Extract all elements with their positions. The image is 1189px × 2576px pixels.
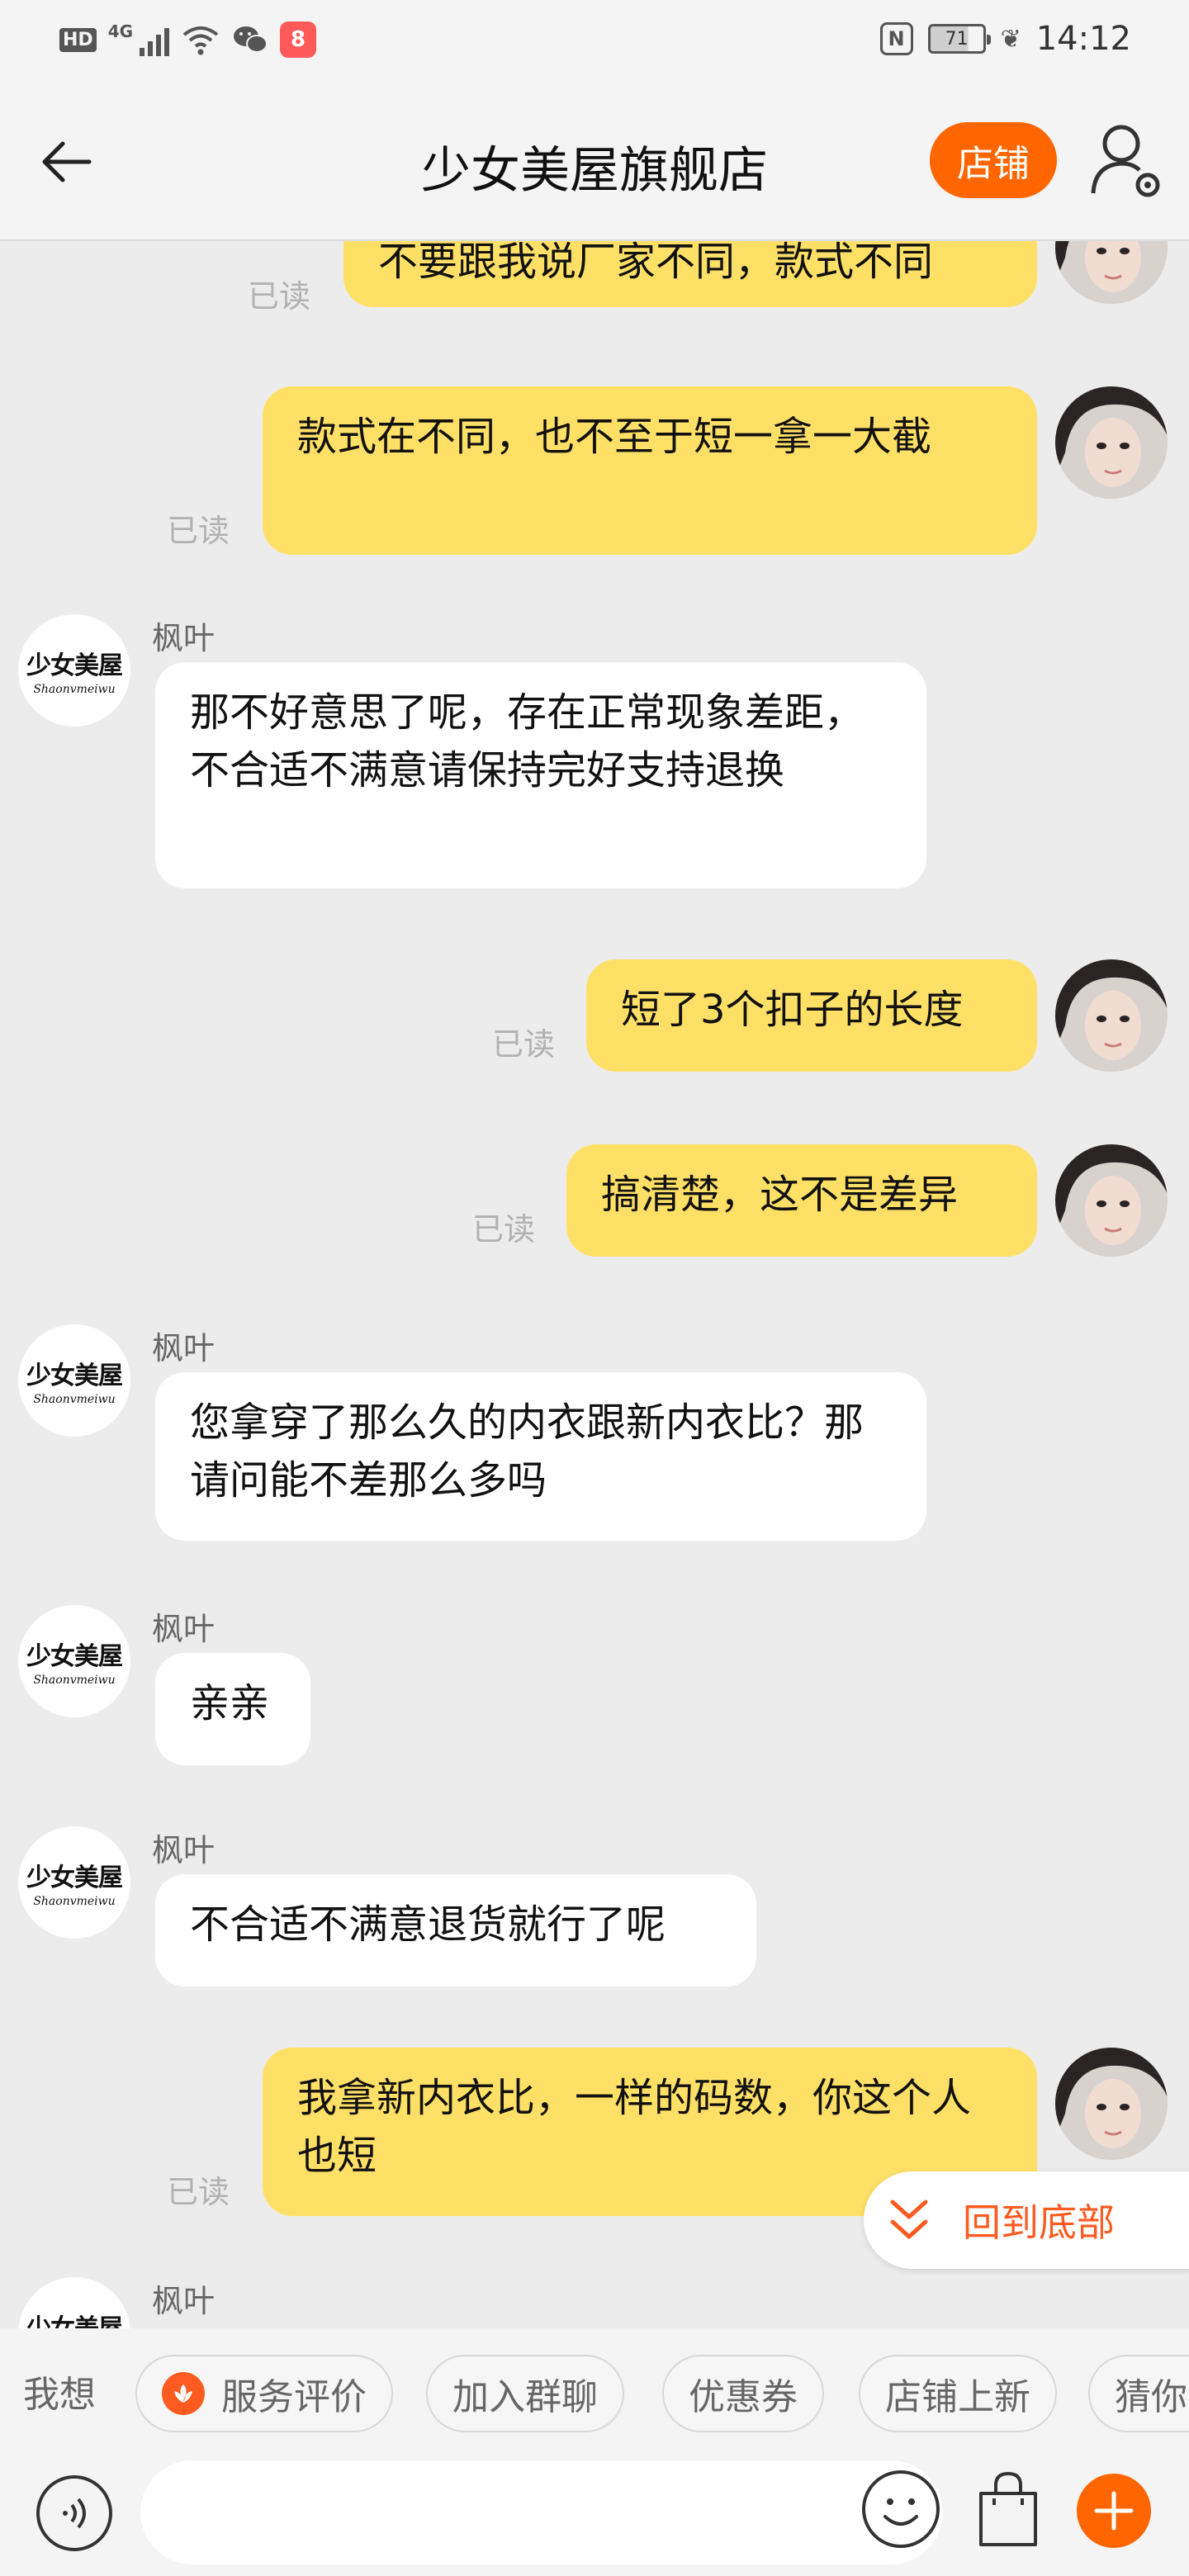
chip-service-rating[interactable]: 服务评价: [135, 2355, 393, 2432]
status-bar: HD 4G 8 N 71 ❦ 14:12: [0, 0, 1189, 83]
chip-coupon[interactable]: 优惠券: [662, 2355, 824, 2432]
read-status: 已读: [472, 1211, 536, 1248]
user-avatar-image: [1055, 1144, 1168, 1257]
sender-name: 枫叶: [152, 1611, 216, 1647]
signal-icon: [140, 23, 170, 56]
app-notification-icon: 8: [280, 21, 317, 58]
user-message-bubble[interactable]: 短了3个扣子的长度: [586, 959, 1037, 1072]
shop-logo-text: 少女美屋: [26, 651, 123, 680]
clock: 14:12: [1035, 20, 1131, 58]
plus-icon: [1094, 2491, 1134, 2531]
shop-logo-script: Shaonvmeiwu: [33, 1674, 116, 1687]
sender-name: 枫叶: [152, 1330, 216, 1366]
message-row: 已读 短了3个扣子的长度: [0, 959, 1189, 1075]
more-button[interactable]: [1077, 2474, 1151, 2548]
read-status: 已读: [167, 513, 230, 549]
user-avatar[interactable]: [1055, 959, 1168, 1072]
user-avatar[interactable]: [1055, 2048, 1168, 2160]
user-avatar-image: [1055, 2048, 1168, 2160]
message-row: 已读 款式在不同，也不至于短一拿一大截: [0, 386, 1189, 568]
scroll-to-bottom-label: 回到底部: [963, 2200, 1115, 2245]
read-status: 已读: [492, 1026, 556, 1063]
shopping-bag-button[interactable]: [971, 2469, 1045, 2551]
shop-avatar[interactable]: 少女美屋 Shaonvmeiwu: [18, 1324, 130, 1437]
user-avatar-image: [1055, 386, 1168, 499]
nfc-icon: N: [879, 22, 913, 55]
service-rating-icon: [162, 2372, 205, 2415]
shop-logo-script: Shaonvmeiwu: [33, 1895, 116, 1908]
chip-new-arrivals[interactable]: 店铺上新: [859, 2355, 1057, 2432]
battery-indicator: 71: [927, 24, 991, 54]
user-avatar-image: [1055, 959, 1168, 1072]
chip-label: 加入群聊: [452, 2376, 598, 2418]
user-message-bubble[interactable]: 搞清楚，这不是差异: [566, 1144, 1037, 1257]
chip-label: 优惠券: [689, 2376, 798, 2418]
status-left: HD 4G 8: [59, 21, 317, 58]
read-status: 已读: [248, 278, 311, 315]
shopping-bag-icon: [979, 2471, 1037, 2546]
contact-settings-button[interactable]: [1090, 119, 1164, 201]
user-settings-icon: [1091, 125, 1160, 197]
scroll-to-bottom-button[interactable]: 回到底部: [864, 2171, 1189, 2269]
voice-button[interactable]: [36, 2475, 112, 2551]
shop-avatar[interactable]: 少女美屋 Shaonvmeiwu: [18, 1605, 130, 1717]
chip-label: 店铺上新: [885, 2376, 1030, 2418]
shop-logo-script: Shaonvmeiwu: [33, 1393, 116, 1406]
shop-message-bubble[interactable]: 您拿穿了那么久的内衣跟新内衣比？那请问能不差那么多吗: [155, 1372, 926, 1541]
user-message-bubble[interactable]: 款式在不同，也不至于短一拿一大截: [263, 386, 1037, 555]
status-right: N 71 ❦ 14:12: [879, 20, 1131, 58]
message-row: 少女美屋 Shaonvmeiwu 枫叶 亲亲: [0, 1603, 1189, 1777]
chip-label: 服务评价: [221, 2376, 367, 2418]
voice-icon: [63, 2498, 86, 2529]
shop-logo-text: 少女美屋: [26, 2308, 123, 2328]
shop-avatar[interactable]: 少女美屋 Shaonvmeiwu: [18, 2277, 130, 2328]
chat-header: 少女美屋旗舰店 店铺: [0, 83, 1189, 241]
shop-button[interactable]: 店铺: [930, 122, 1057, 198]
emoji-button[interactable]: [862, 2470, 940, 2548]
user-avatar-image: [1055, 241, 1168, 304]
message-row: 少女美屋 Shaonvmeiwu 枫叶 那不好意思了呢，存在正常现象差距，不合适…: [0, 613, 1189, 902]
chip-guess-you-like[interactable]: 猜你: [1088, 2355, 1189, 2432]
sender-name: 枫叶: [152, 620, 216, 656]
eco-leaf-icon: ❦: [1000, 24, 1021, 54]
hd-indicator: HD: [59, 27, 97, 52]
user-avatar[interactable]: [1055, 1144, 1168, 1257]
shop-logo-text: 少女美屋: [26, 1642, 123, 1671]
shop-logo-text: 少女美屋: [26, 1361, 123, 1390]
message-row: 少女美屋 Shaonvmeiwu 枫叶: [0, 2275, 1189, 2328]
message-input[interactable]: [140, 2460, 943, 2564]
message-row: 少女美屋 Shaonvmeiwu 枫叶 不合适不满意退货就行了呢: [0, 1825, 1189, 1998]
shop-logo-script: Shaonvmeiwu: [33, 683, 116, 696]
shop-avatar[interactable]: 少女美屋 Shaonvmeiwu: [18, 614, 130, 727]
sender-name: 枫叶: [152, 2283, 216, 2319]
sender-name: 枫叶: [152, 1832, 216, 1868]
message-row: 少女美屋 Shaonvmeiwu 枫叶 您拿穿了那么久的内衣跟新内衣比？那请问能…: [0, 1323, 1189, 1554]
shop-avatar[interactable]: 少女美屋 Shaonvmeiwu: [18, 1826, 130, 1939]
shop-logo-text: 少女美屋: [26, 1863, 123, 1892]
user-avatar[interactable]: [1055, 241, 1168, 304]
shop-message-bubble[interactable]: 不合适不满意退货就行了呢: [155, 1874, 756, 1986]
quick-action-bar: 我想 服务评价 加入群聊 优惠券 店铺上新 猜你: [0, 2328, 1189, 2452]
double-chevron-down-icon: [890, 2200, 928, 2239]
message-list[interactable]: 已读 不要跟我说厂家不同，款式不同 已读 款式在不同，也不至于短一拿一大截 少女…: [0, 241, 1189, 2328]
message-row: 已读 不要跟我说厂家不同，款式不同: [0, 241, 1189, 390]
shop-message-bubble[interactable]: 那不好意思了呢，存在正常现象差距，不合适不满意请保持完好支持退换: [155, 662, 926, 888]
chip-label: 猜你: [1115, 2376, 1187, 2418]
wechat-icon: [234, 26, 268, 53]
message-row: 已读 搞清楚，这不是差异: [0, 1144, 1189, 1260]
input-bar: [0, 2452, 1189, 2576]
emoji-icon: [883, 2498, 918, 2526]
user-message-bubble[interactable]: 不要跟我说厂家不同，款式不同: [343, 241, 1037, 307]
wifi-icon: [182, 26, 219, 55]
network-type: 4G: [107, 21, 134, 41]
shop-message-bubble[interactable]: 亲亲: [155, 1653, 310, 1765]
read-status: 已读: [167, 2174, 230, 2210]
quick-action-label: 我想: [23, 2374, 96, 2416]
chip-join-group[interactable]: 加入群聊: [426, 2355, 624, 2432]
user-avatar[interactable]: [1055, 386, 1168, 499]
